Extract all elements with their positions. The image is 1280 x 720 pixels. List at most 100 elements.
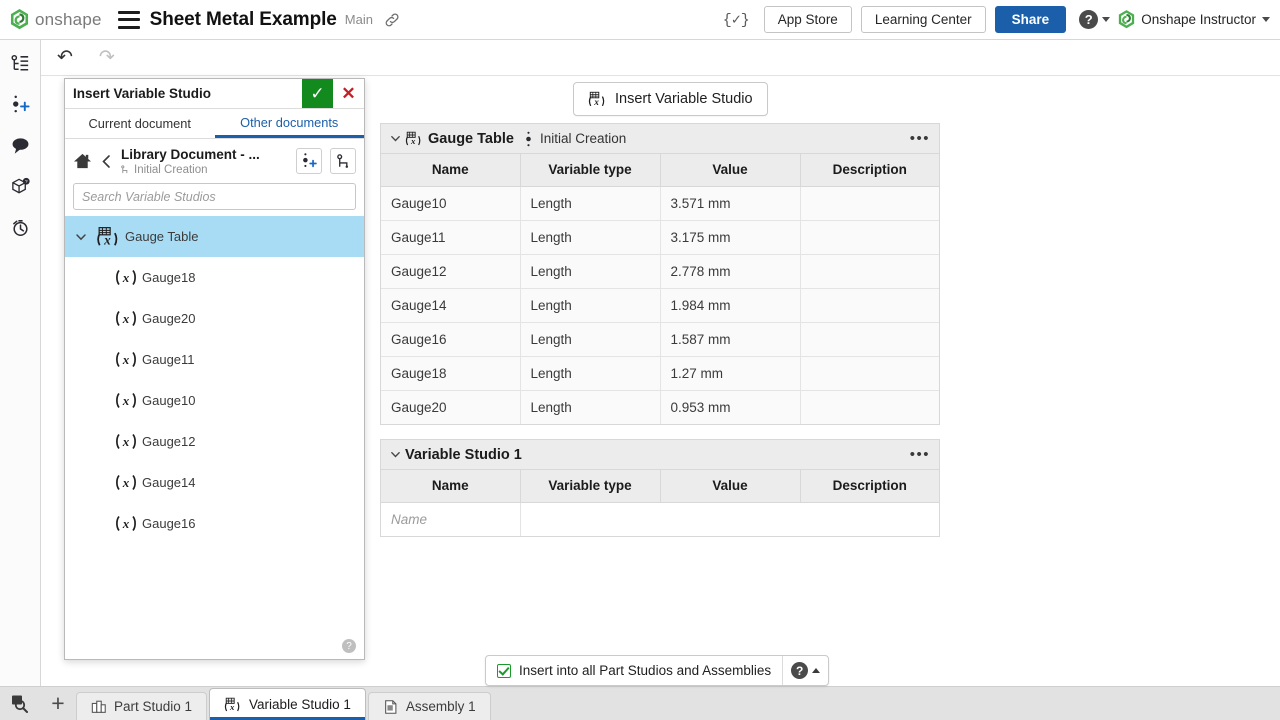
help-icon[interactable]: ?: [342, 639, 356, 653]
cell-description[interactable]: [800, 186, 939, 220]
add-tab-button[interactable]: +: [40, 686, 76, 720]
new-variable-name-input[interactable]: Name: [381, 502, 520, 536]
main-menu-button[interactable]: [118, 11, 140, 29]
tab-variable-studio-1[interactable]: x Variable Studio 1: [209, 688, 366, 720]
table-row[interactable]: Gauge12 Length 2.778 mm: [381, 254, 939, 288]
cell-name[interactable]: Gauge10: [381, 186, 520, 220]
feature-list-icon[interactable]: [7, 50, 33, 76]
tree-item-gauge-table[interactable]: x Gauge Table: [65, 216, 364, 257]
chevron-down-icon[interactable]: [71, 231, 91, 243]
version-icon: [524, 131, 533, 147]
search-input[interactable]: [73, 183, 356, 210]
cell-value[interactable]: 3.571 mm: [660, 186, 800, 220]
cell-variable-type[interactable]: Length: [520, 356, 660, 390]
cell-description[interactable]: [800, 254, 939, 288]
variable-studio-1-menu-button[interactable]: •••: [910, 450, 930, 460]
new-variable-value-cell[interactable]: [660, 502, 800, 536]
cell-value[interactable]: 3.175 mm: [660, 220, 800, 254]
document-title[interactable]: Sheet Metal Example: [150, 9, 337, 31]
dialog-branch-button[interactable]: [330, 148, 356, 174]
tab-assembly-1[interactable]: Assembly 1: [368, 692, 491, 720]
column-header-value[interactable]: Value: [660, 154, 800, 186]
column-header-name[interactable]: Name: [381, 470, 520, 502]
tab-part-studio-1[interactable]: Part Studio 1: [76, 692, 207, 720]
chevron-down-icon[interactable]: [390, 133, 401, 144]
cell-description[interactable]: [800, 390, 939, 424]
column-header-variable-type[interactable]: Variable type: [520, 154, 660, 186]
insert-variable-studio-button[interactable]: x Insert Variable Studio: [573, 82, 768, 116]
share-button[interactable]: Share: [995, 6, 1067, 33]
dialog-add-version-button[interactable]: [296, 148, 322, 174]
part-info-icon[interactable]: ?: [7, 173, 33, 199]
table-row[interactable]: Gauge20 Length 0.953 mm: [381, 390, 939, 424]
svg-text:x: x: [121, 352, 129, 367]
user-account-menu[interactable]: Onshape Instructor: [1118, 10, 1270, 29]
cell-name[interactable]: Gauge14: [381, 288, 520, 322]
dialog-cancel-button[interactable]: ✕: [333, 79, 364, 108]
tab-search-icon[interactable]: [0, 686, 40, 720]
dialog-accept-button[interactable]: ✓: [302, 79, 333, 108]
cell-value[interactable]: 1.984 mm: [660, 288, 800, 322]
cell-description[interactable]: [800, 220, 939, 254]
cell-variable-type[interactable]: Length: [520, 220, 660, 254]
gauge-table-menu-button[interactable]: •••: [910, 134, 930, 144]
tree-item-variable[interactable]: x Gauge20: [65, 298, 364, 339]
cell-name[interactable]: Gauge20: [381, 390, 520, 424]
cell-name[interactable]: Gauge16: [381, 322, 520, 356]
cell-value[interactable]: 0.953 mm: [660, 390, 800, 424]
insert-into-all-checkbox-row[interactable]: Insert into all Part Studios and Assembl…: [486, 656, 782, 685]
link-icon[interactable]: [384, 12, 400, 28]
checkbox-icon[interactable]: [497, 664, 511, 678]
cell-variable-type[interactable]: Length: [520, 288, 660, 322]
column-header-description[interactable]: Description: [800, 154, 939, 186]
new-variable-type-cell[interactable]: [520, 502, 660, 536]
comment-icon[interactable]: [7, 132, 33, 158]
tree-item-variable[interactable]: x Gauge12: [65, 421, 364, 462]
column-header-description[interactable]: Description: [800, 470, 939, 502]
cell-description[interactable]: [800, 288, 939, 322]
tree-item-variable[interactable]: x Gauge10: [65, 380, 364, 421]
cell-variable-type[interactable]: Length: [520, 390, 660, 424]
tree-item-variable[interactable]: x Gauge11: [65, 339, 364, 380]
new-variable-row[interactable]: Name: [381, 502, 939, 536]
history-icon[interactable]: [7, 214, 33, 240]
cell-variable-type[interactable]: Length: [520, 322, 660, 356]
table-row[interactable]: Gauge16 Length 1.587 mm: [381, 322, 939, 356]
cell-value[interactable]: 1.587 mm: [660, 322, 800, 356]
table-row[interactable]: Gauge10 Length 3.571 mm: [381, 186, 939, 220]
tab-current-document[interactable]: Current document: [65, 109, 215, 138]
column-header-name[interactable]: Name: [381, 154, 520, 186]
app-store-button[interactable]: App Store: [764, 6, 852, 33]
tree-item-variable[interactable]: x Gauge14: [65, 462, 364, 503]
cell-description[interactable]: [800, 322, 939, 356]
tree-item-variable[interactable]: x Gauge18: [65, 257, 364, 298]
redo-button[interactable]: ↷: [91, 46, 123, 69]
cell-name[interactable]: Gauge12: [381, 254, 520, 288]
new-variable-description-cell[interactable]: [800, 502, 939, 536]
cell-value[interactable]: 2.778 mm: [660, 254, 800, 288]
featurescript-icon[interactable]: {✓}: [723, 10, 750, 29]
tab-other-documents[interactable]: Other documents: [215, 109, 365, 138]
add-version-icon[interactable]: [7, 91, 33, 117]
back-chevron-icon[interactable]: [100, 154, 113, 169]
cell-variable-type[interactable]: Length: [520, 254, 660, 288]
cell-name[interactable]: Gauge11: [381, 220, 520, 254]
table-row[interactable]: Gauge14 Length 1.984 mm: [381, 288, 939, 322]
home-icon[interactable]: [73, 152, 92, 170]
learning-center-button[interactable]: Learning Center: [861, 6, 986, 33]
cell-variable-type[interactable]: Length: [520, 186, 660, 220]
table-row[interactable]: Gauge18 Length 1.27 mm: [381, 356, 939, 390]
column-header-variable-type[interactable]: Variable type: [520, 470, 660, 502]
onshape-logo[interactable]: onshape: [10, 9, 102, 30]
help-menu-button[interactable]: ?: [1079, 10, 1110, 29]
cell-name[interactable]: Gauge18: [381, 356, 520, 390]
cell-description[interactable]: [800, 356, 939, 390]
chevron-down-icon[interactable]: [390, 449, 401, 460]
cell-value[interactable]: 1.27 mm: [660, 356, 800, 390]
column-header-value[interactable]: Value: [660, 470, 800, 502]
svg-text:x: x: [121, 311, 129, 326]
insert-into-all-help-button[interactable]: ?: [782, 656, 828, 685]
undo-button[interactable]: ↶: [49, 46, 81, 69]
tree-item-variable[interactable]: x Gauge16: [65, 503, 364, 544]
table-row[interactable]: Gauge11 Length 3.175 mm: [381, 220, 939, 254]
